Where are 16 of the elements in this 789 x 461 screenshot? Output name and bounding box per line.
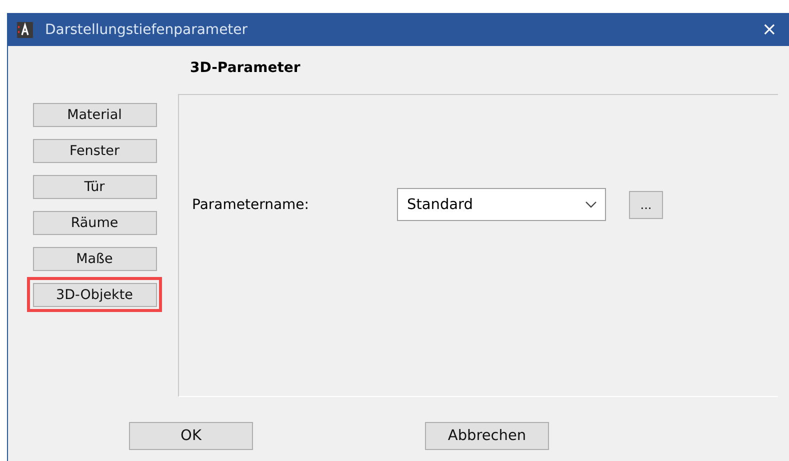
- dialog-button[interactable]: OK: [129, 422, 253, 450]
- close-button[interactable]: ×: [758, 19, 781, 40]
- category-button[interactable]: Maße: [32, 246, 156, 270]
- parameter-label: Parametername:: [192, 196, 310, 212]
- category-button[interactable]: Material: [32, 102, 156, 126]
- chevron-down-icon: [585, 201, 597, 208]
- browse-button[interactable]: ...: [629, 190, 663, 218]
- app-icon: [17, 22, 33, 38]
- category-button[interactable]: 3D-Objekte: [32, 282, 156, 306]
- category-button[interactable]: Räume: [32, 210, 156, 234]
- section-heading: 3D-Parameter: [190, 60, 302, 78]
- parameter-dropdown[interactable]: Standard: [397, 188, 606, 221]
- category-button[interactable]: Fenster: [32, 138, 156, 162]
- category-button[interactable]: Tür: [32, 174, 156, 198]
- window-title: Darstellungstiefenparameter: [45, 22, 249, 38]
- dialog-button[interactable]: Abbrechen: [425, 422, 549, 450]
